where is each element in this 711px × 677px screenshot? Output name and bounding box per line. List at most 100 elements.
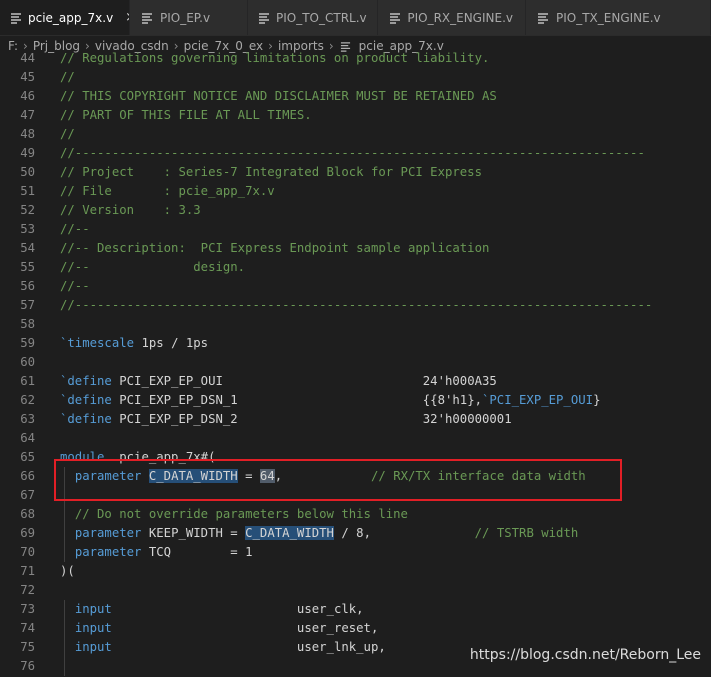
- code-text: parameter TCQ = 1: [60, 543, 253, 562]
- code-token: PCI_EXP_EP_DSN_1 {{8'h1},: [111, 393, 482, 407]
- tab-pio_tx_engine-v[interactable]: PIO_TX_ENGINE.v: [526, 0, 711, 35]
- tab-pio_to_ctrl-v[interactable]: PIO_TO_CTRL.v: [248, 0, 378, 35]
- indent-guide: [64, 600, 65, 676]
- tab-label: PIO_RX_ENGINE.v: [407, 10, 513, 25]
- code-token: `PCI_EXP_EP_OUI: [482, 393, 594, 407]
- tab-label: PIO_TX_ENGINE.v: [556, 10, 661, 25]
- verilog-file-icon: [536, 11, 550, 25]
- code-line[interactable]: 61 `define PCI_EXP_EP_OUI 24'h000A35: [0, 372, 711, 391]
- code-line[interactable]: 49 //------------------------------------…: [0, 144, 711, 163]
- code-token: input: [74, 621, 112, 635]
- tab-label: pcie_app_7x.v: [28, 10, 114, 25]
- line-number: 63: [20, 412, 35, 426]
- code-token: // File : pcie_app_7x.v: [60, 184, 275, 198]
- code-line[interactable]: 52 // Version : 3.3: [0, 201, 711, 220]
- code-text: //-- design.: [60, 258, 245, 277]
- code-line[interactable]: 68 // Do not override parameters below t…: [0, 505, 711, 524]
- code-line[interactable]: 44 // Regulations governing limitations o…: [0, 49, 711, 68]
- code-line[interactable]: 59 `timescale 1ps / 1ps: [0, 334, 711, 353]
- code-line[interactable]: 70 parameter TCQ = 1: [0, 543, 711, 562]
- line-number: 50: [20, 165, 35, 179]
- code-line[interactable]: 73 input user_clk,: [0, 600, 711, 619]
- code-editor[interactable]: 44 // Regulations governing limitations o…: [0, 48, 711, 677]
- code-text: `define PCI_EXP_EP_OUI 24'h000A35: [60, 372, 497, 391]
- code-text: // Regulations governing limitations on …: [60, 49, 489, 68]
- code-text: //: [60, 125, 75, 144]
- verilog-file-icon: [258, 11, 270, 25]
- tab-pio_ep-v[interactable]: PIO_EP.v: [130, 0, 248, 35]
- code-token: // Version : 3.3: [60, 203, 201, 217]
- code-token: TCQ = 1: [141, 545, 253, 559]
- code-line[interactable]: 55 //-- design.: [0, 258, 711, 277]
- verilog-file-icon: [140, 11, 154, 25]
- code-token: `define: [60, 374, 112, 388]
- code-token: //--: [60, 222, 90, 236]
- code-token: )(: [60, 564, 75, 578]
- code-line[interactable]: 46 // THIS COPYRIGHT NOTICE AND DISCLAIME…: [0, 87, 711, 106]
- line-number: 72: [20, 583, 35, 597]
- code-token: //: [60, 127, 75, 141]
- code-token: parameter: [74, 545, 142, 559]
- line-number: 69: [20, 526, 35, 540]
- code-token: user_clk,: [111, 602, 364, 616]
- line-number: 64: [20, 431, 35, 445]
- code-line[interactable]: 48 //: [0, 125, 711, 144]
- code-text: )(: [60, 562, 75, 581]
- code-text: parameter KEEP_WIDTH = C_DATA_WIDTH / 8,…: [60, 524, 578, 543]
- code-token: user_reset,: [111, 621, 379, 635]
- code-line[interactable]: 74 input user_reset,: [0, 619, 711, 638]
- code-token: // THIS COPYRIGHT NOTICE AND DISCLAIMER …: [60, 89, 497, 103]
- tab-pcie_app_7x-v[interactable]: pcie_app_7x.v×: [0, 0, 130, 35]
- line-number: 53: [20, 222, 35, 236]
- line-number: 70: [20, 545, 35, 559]
- code-line[interactable]: 54 //-- Description: PCI Express Endpoint…: [0, 239, 711, 258]
- line-number: 51: [20, 184, 35, 198]
- code-line[interactable]: 63 `define PCI_EXP_EP_DSN_2 32'h00000001: [0, 410, 711, 429]
- code-text: `define PCI_EXP_EP_DSN_1 {{8'h1},`PCI_EX…: [60, 391, 600, 410]
- code-token: `define: [60, 393, 112, 407]
- code-line[interactable]: 53 //--: [0, 220, 711, 239]
- line-number: 58: [20, 317, 35, 331]
- code-line[interactable]: 58: [0, 315, 711, 334]
- code-token: //-- Description: PCI Express Endpoint s…: [60, 241, 490, 255]
- code-line[interactable]: 45 //: [0, 68, 711, 87]
- line-number: 54: [20, 241, 35, 255]
- line-number: 44: [20, 51, 35, 65]
- code-token: 1ps / 1ps: [134, 336, 209, 350]
- code-line[interactable]: 51 // File : pcie_app_7x.v: [0, 182, 711, 201]
- code-token: parameter: [74, 526, 142, 540]
- code-text: // Do not override parameters below this…: [60, 505, 408, 524]
- code-text: // File : pcie_app_7x.v: [60, 182, 275, 201]
- code-line[interactable]: 50 // Project : Series-7 Integrated Block…: [0, 163, 711, 182]
- code-line[interactable]: 47 // PART OF THIS FILE AT ALL TIMES.: [0, 106, 711, 125]
- tab-label: PIO_TO_CTRL.v: [276, 10, 367, 25]
- code-text: `timescale 1ps / 1ps: [60, 334, 208, 353]
- code-token: // Project : Series-7 Integrated Block f…: [60, 165, 482, 179]
- code-line[interactable]: 64: [0, 429, 711, 448]
- code-text: //-- Description: PCI Express Endpoint s…: [60, 239, 489, 258]
- code-line[interactable]: 72: [0, 581, 711, 600]
- code-text: //: [60, 68, 75, 87]
- line-number: 55: [20, 260, 35, 274]
- code-line[interactable]: 69 parameter KEEP_WIDTH = C_DATA_WIDTH /…: [0, 524, 711, 543]
- code-line[interactable]: 62 `define PCI_EXP_EP_DSN_1 {{8'h1},`PCI_…: [0, 391, 711, 410]
- tab-pio_rx_engine-v[interactable]: PIO_RX_ENGINE.v: [378, 0, 526, 35]
- code-token: PCI_EXP_EP_DSN_2 32'h00000001: [111, 412, 512, 426]
- code-token: / 8,: [333, 526, 475, 540]
- code-line[interactable]: 56 //--: [0, 277, 711, 296]
- line-number: 66: [20, 469, 35, 483]
- code-token: `timescale: [60, 336, 135, 350]
- code-text: // Version : 3.3: [60, 201, 201, 220]
- tab-label: PIO_EP.v: [160, 10, 211, 25]
- code-text: `define PCI_EXP_EP_DSN_2 32'h00000001: [60, 410, 512, 429]
- line-number: 74: [20, 621, 35, 635]
- code-line[interactable]: 71)(: [0, 562, 711, 581]
- code-token: //--------------------------------------…: [60, 146, 645, 160]
- code-line[interactable]: 57 //------------------------------------…: [0, 296, 711, 315]
- line-number: 59: [20, 336, 35, 350]
- code-line[interactable]: 60: [0, 353, 711, 372]
- line-number: 65: [20, 450, 35, 464]
